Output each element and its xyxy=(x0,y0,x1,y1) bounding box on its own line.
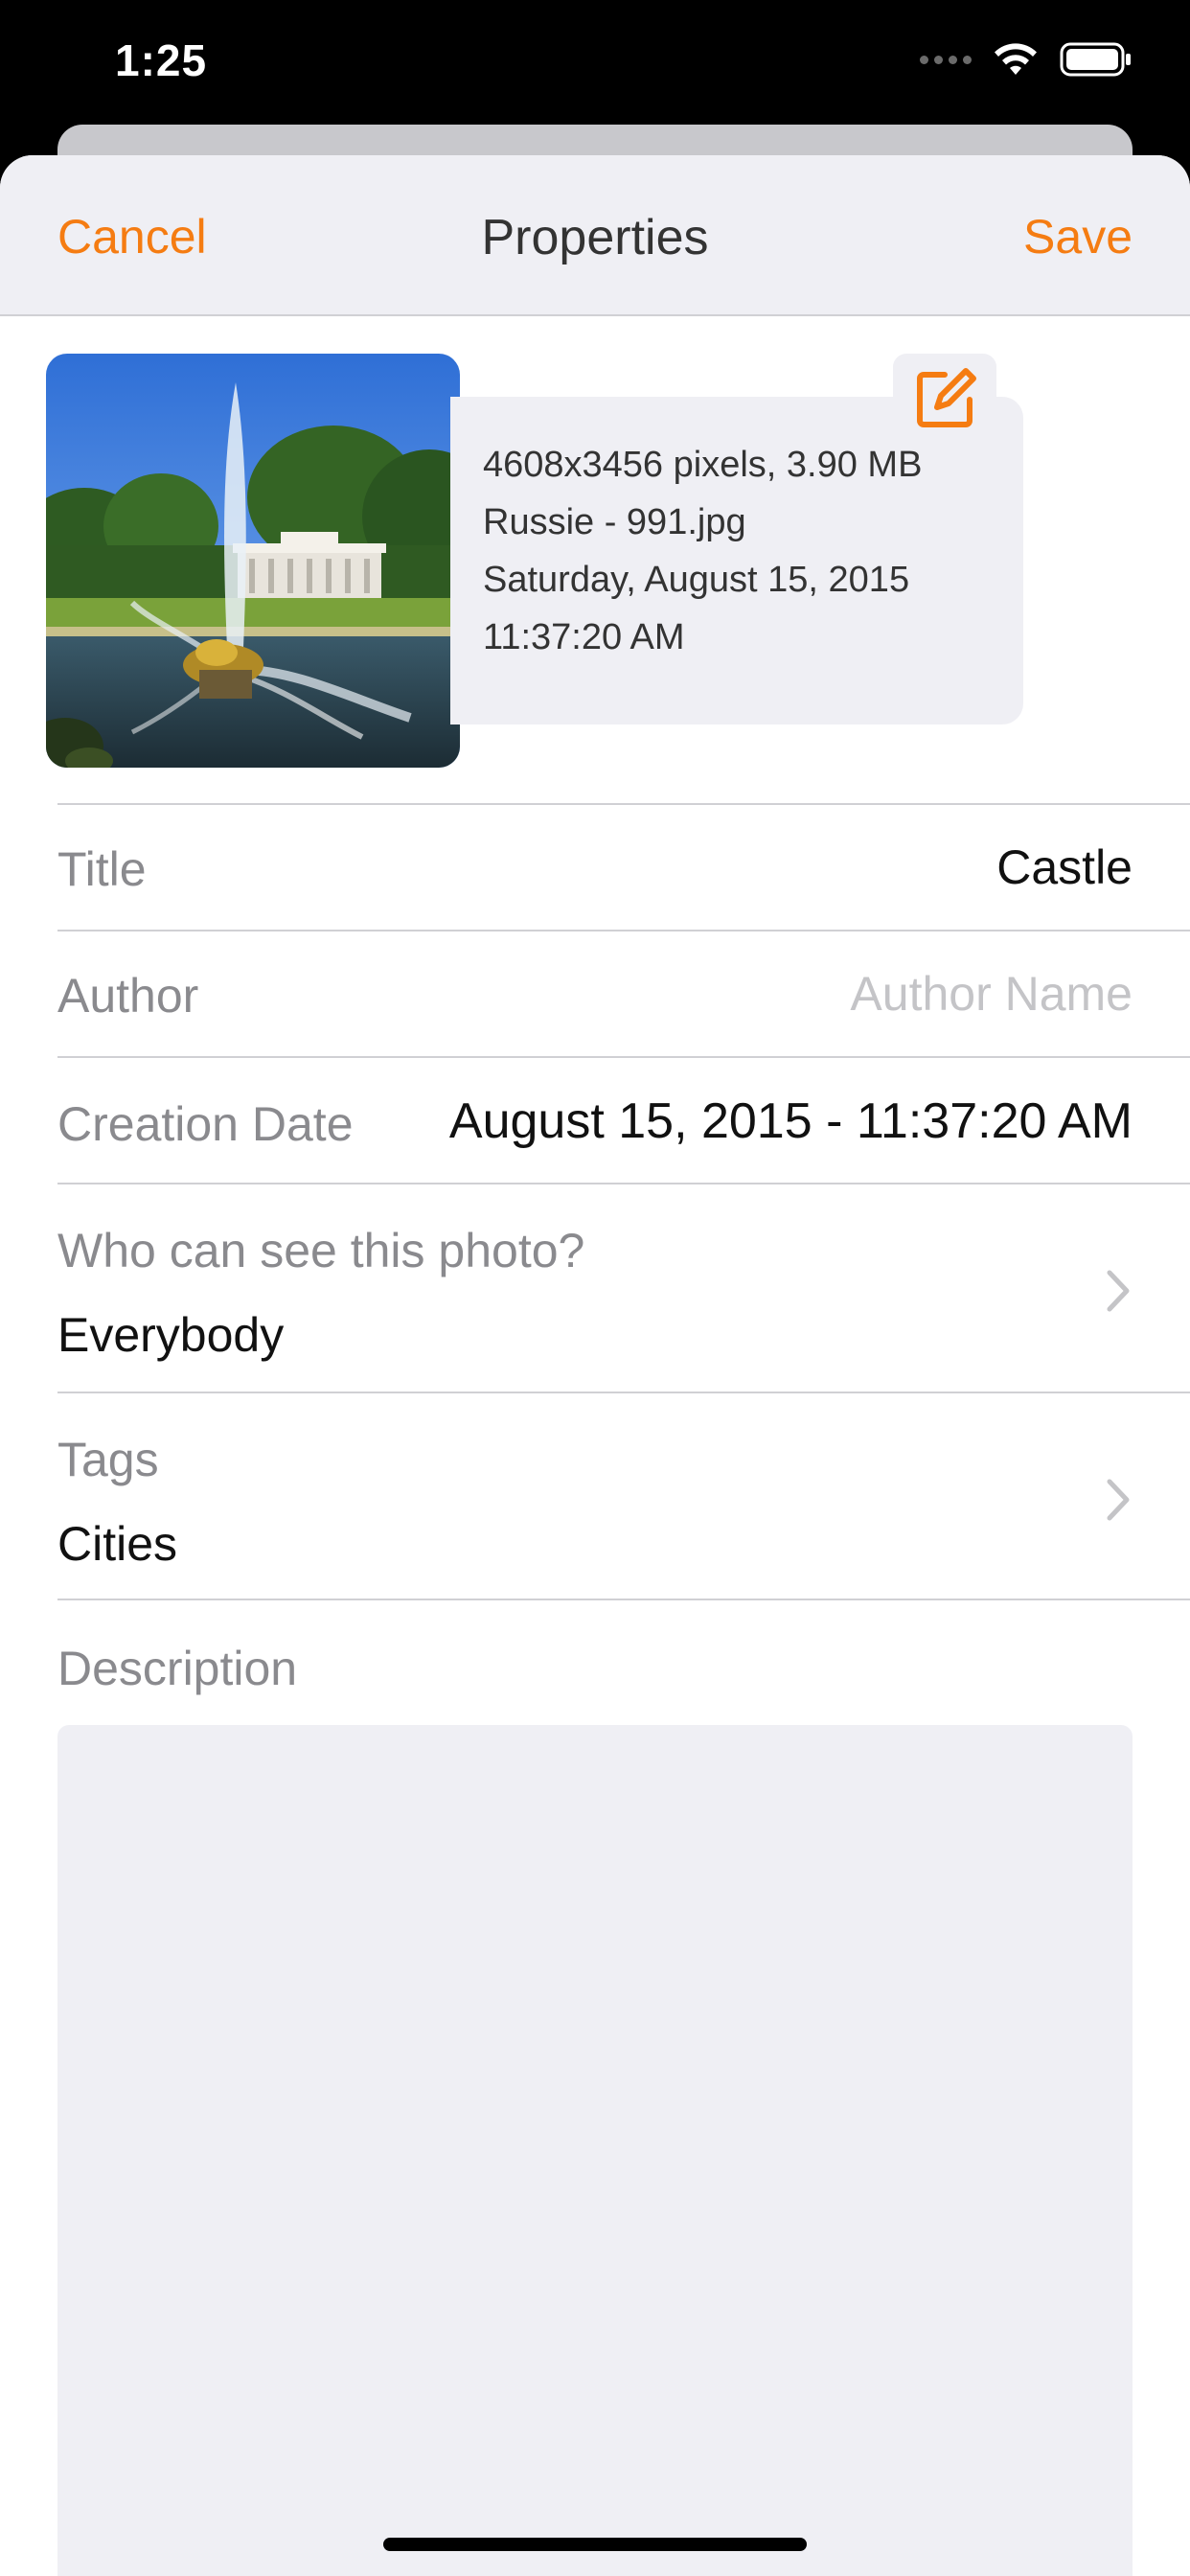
photo-dimensions-size: 4608x3456 pixels, 3.90 MB xyxy=(483,445,923,485)
properties-sheet: Cancel Properties Save 4608x3456 pixels,… xyxy=(0,155,1190,2576)
visibility-value: Everybody xyxy=(57,1308,285,1362)
tags-row[interactable]: Tags Cities xyxy=(57,1392,1190,1600)
description-label: Description xyxy=(57,1642,298,1695)
navigation-bar: Cancel Properties Save xyxy=(0,155,1190,316)
creation-date-value[interactable]: August 15, 2015 - 11:37:20 AM xyxy=(449,1092,1133,1150)
author-input[interactable]: Author Name xyxy=(850,966,1133,1022)
chevron-right-icon xyxy=(1107,1270,1130,1312)
tags-label: Tags xyxy=(57,1433,159,1486)
visibility-label: Who can see this photo? xyxy=(57,1224,585,1277)
photo-thumbnail[interactable] xyxy=(46,354,460,768)
photo-info-card: 4608x3456 pixels, 3.90 MB Russie - 991.j… xyxy=(450,397,1023,724)
square-pencil-icon xyxy=(917,368,976,427)
chevron-right-icon xyxy=(1107,1479,1130,1521)
creation-date-row[interactable]: Creation Date August 15, 2015 - 11:37:20… xyxy=(57,1056,1190,1183)
photo-filename: Russie - 991.jpg xyxy=(483,502,746,542)
author-label: Author xyxy=(57,969,199,1023)
visibility-row[interactable]: Who can see this photo? Everybody xyxy=(57,1183,1190,1392)
page-title: Properties xyxy=(481,210,709,265)
title-row[interactable]: Title Castle xyxy=(57,803,1190,930)
title-value[interactable]: Castle xyxy=(996,840,1133,895)
photo-time: 11:37:20 AM xyxy=(483,617,685,657)
author-row[interactable]: Author Author Name xyxy=(57,930,1190,1056)
status-icons xyxy=(920,42,1133,77)
status-bar: 1:25 xyxy=(0,0,1190,125)
title-label: Title xyxy=(57,842,147,896)
battery-icon xyxy=(1060,42,1131,77)
wifi-icon xyxy=(995,43,1037,75)
cellular-signal-icon xyxy=(920,55,972,64)
home-indicator[interactable] xyxy=(383,2538,807,2551)
tags-value: Cities xyxy=(57,1517,178,1571)
description-textarea[interactable] xyxy=(57,1725,1133,2576)
save-button[interactable]: Save xyxy=(1023,209,1133,264)
photo-date: Saturday, August 15, 2015 xyxy=(483,560,910,600)
creation-date-label: Creation Date xyxy=(57,1097,354,1151)
status-time: 1:25 xyxy=(115,35,208,85)
edit-photo-button[interactable] xyxy=(893,354,996,440)
